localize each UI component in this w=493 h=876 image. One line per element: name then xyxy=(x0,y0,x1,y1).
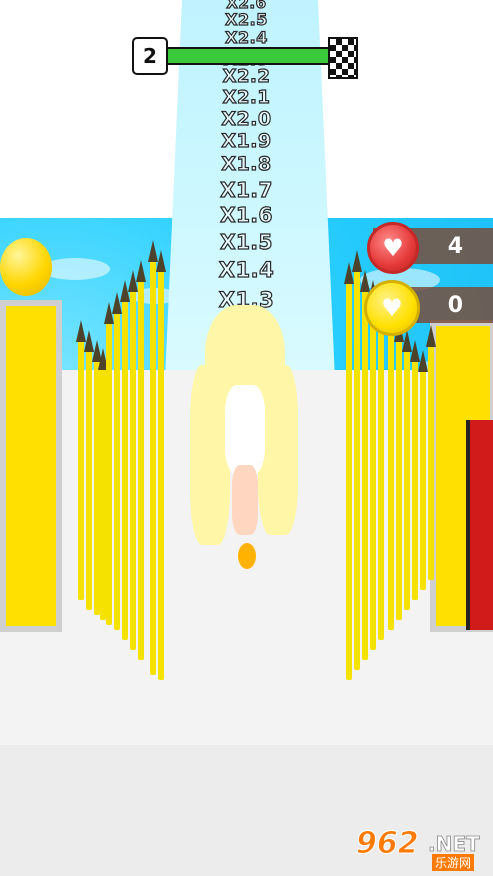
gate-bar xyxy=(86,350,92,610)
player-character xyxy=(180,305,310,575)
devil-heart-icon: ♥ xyxy=(367,222,419,274)
watermark-subtitle: 乐游网 xyxy=(432,854,475,871)
multiplier-label: X2.1 xyxy=(222,86,271,108)
gate-bar xyxy=(378,320,384,640)
watermark-suffix: .NET xyxy=(428,832,480,857)
gate-bar xyxy=(388,332,394,630)
gate-bar xyxy=(370,300,376,650)
gate-bar xyxy=(122,300,128,640)
gate-bar xyxy=(106,322,112,625)
gate-bar xyxy=(412,360,418,600)
multiplier-label: X1.6 xyxy=(219,202,273,227)
gate-bar xyxy=(346,282,352,680)
checkered-flag-icon xyxy=(328,37,358,79)
gate-bar xyxy=(150,260,156,675)
devil-score-value: 4 xyxy=(447,233,463,259)
gate-bar xyxy=(428,345,434,580)
gate-bar xyxy=(362,290,368,660)
gate-bar xyxy=(354,270,360,670)
watermark-number: 962 xyxy=(356,826,420,862)
site-watermark: 962 .NET 乐游网 xyxy=(356,826,488,872)
gate-spike xyxy=(418,350,428,372)
red-side-wall xyxy=(466,420,493,630)
left-pillar-ball xyxy=(0,238,52,296)
left-gate-pillar xyxy=(0,300,62,632)
level-number: 2 xyxy=(132,37,168,75)
gate-bar xyxy=(420,370,426,590)
gate-bar xyxy=(404,350,410,610)
angel-score-value: 0 xyxy=(447,292,463,318)
level-progress-bar: 2 xyxy=(132,37,358,79)
game-scene[interactable]: X2.6X2.5X2.4X2.3X2.2X2.1X2.0X1.9X1.8X1.7… xyxy=(0,0,493,876)
gate-bar xyxy=(158,270,164,680)
gate-bar xyxy=(396,340,402,620)
multiplier-label: X1.9 xyxy=(221,129,272,152)
progress-track xyxy=(166,47,330,65)
gate-bar xyxy=(138,280,144,660)
gate-bar xyxy=(130,290,136,650)
angel-heart-icon: ♥ xyxy=(364,280,420,336)
multiplier-label: X2.0 xyxy=(221,107,272,130)
gate-spike xyxy=(156,250,166,272)
multiplier-label: X1.7 xyxy=(219,177,273,202)
gate-spike xyxy=(426,325,436,347)
gate-spike xyxy=(136,260,146,282)
gate-bar xyxy=(114,312,120,630)
multiplier-label: X2.5 xyxy=(225,9,268,29)
gate-spike xyxy=(352,250,362,272)
multiplier-label: X1.8 xyxy=(221,152,272,175)
gate-bar xyxy=(78,340,84,600)
